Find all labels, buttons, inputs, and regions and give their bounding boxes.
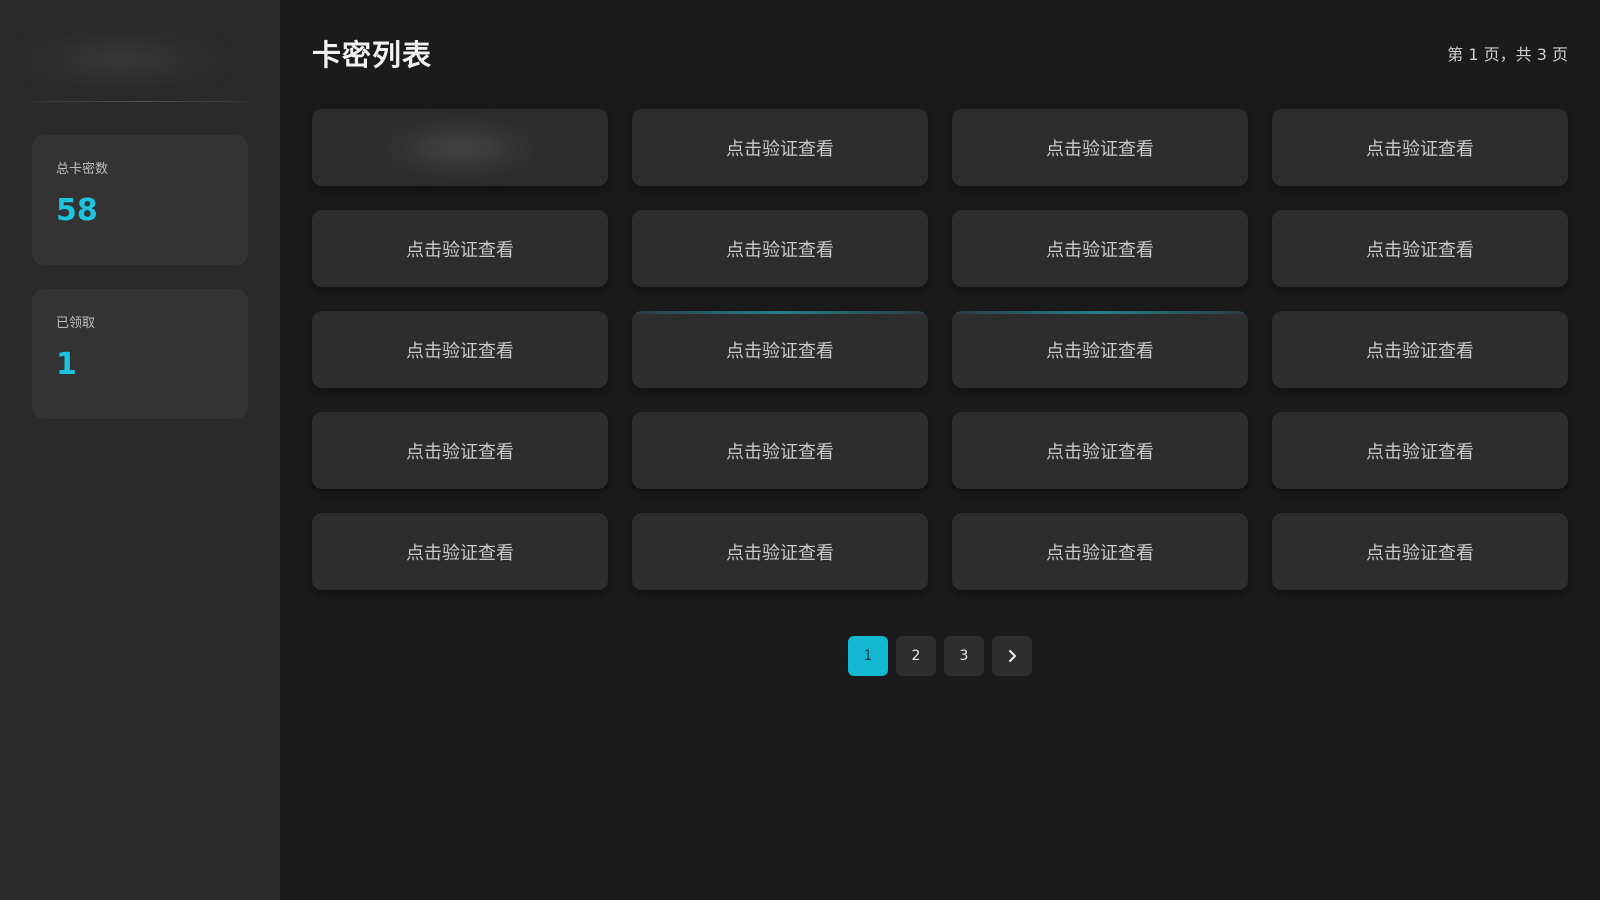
card-key-label: 点击验证查看 xyxy=(1046,340,1154,362)
card-key-item[interactable]: 点击验证查看 xyxy=(952,210,1248,287)
page-title: 卡密列表 xyxy=(312,38,433,72)
card-key-item[interactable]: 点击验证查看 xyxy=(632,109,928,186)
card-key-label: 点击验证查看 xyxy=(726,340,834,362)
stat-label-total: 总卡密数 xyxy=(56,162,109,177)
page-button-1[interactable]: 1 xyxy=(848,636,888,676)
card-key-item[interactable]: 点击验证查看 xyxy=(1272,210,1568,287)
pagination: 1 2 3 xyxy=(280,636,1600,676)
card-key-blurred-content xyxy=(385,119,535,176)
card-key-item[interactable]: 点击验证查看 xyxy=(632,513,928,590)
card-key-item-hover[interactable]: 点击验证查看 xyxy=(632,311,928,388)
card-key-item[interactable]: 点击验证查看 xyxy=(1272,412,1568,489)
page-button-3[interactable]: 3 xyxy=(944,636,984,676)
card-key-label: 点击验证查看 xyxy=(1366,340,1474,362)
card-key-label: 点击验证查看 xyxy=(406,239,514,261)
sidebar: 总卡密数 58 已领取 1 xyxy=(0,0,280,900)
card-key-label: 点击验证查看 xyxy=(1366,239,1474,261)
card-key-item[interactable]: 点击验证查看 xyxy=(632,412,928,489)
card-key-label: 点击验证查看 xyxy=(1366,138,1474,160)
card-key-revealed[interactable] xyxy=(312,109,608,186)
card-key-label: 点击验证查看 xyxy=(1046,239,1154,261)
card-key-label: 点击验证查看 xyxy=(1046,542,1154,564)
card-key-item[interactable]: 点击验证查看 xyxy=(1272,109,1568,186)
card-key-label: 点击验证查看 xyxy=(1366,441,1474,463)
main-content: 卡密列表 第 1 页，共 3 页 点击验证查看 点击验证查看 点击验证查看 点击… xyxy=(280,0,1600,900)
card-key-label: 点击验证查看 xyxy=(1366,542,1474,564)
stat-card-total: 总卡密数 58 xyxy=(32,135,248,265)
card-key-label: 点击验证查看 xyxy=(1046,441,1154,463)
card-key-label: 点击验证查看 xyxy=(726,138,834,160)
stat-value-claimed: 1 xyxy=(56,347,77,382)
page-button-2[interactable]: 2 xyxy=(896,636,936,676)
chevron-right-icon xyxy=(1005,649,1019,663)
next-page-button[interactable] xyxy=(992,636,1032,676)
card-key-item[interactable]: 点击验证查看 xyxy=(312,412,608,489)
card-key-item-hover[interactable]: 点击验证查看 xyxy=(952,311,1248,388)
page-info: 第 1 页，共 3 页 xyxy=(1447,45,1568,64)
card-key-item[interactable]: 点击验证查看 xyxy=(312,311,608,388)
app: 总卡密数 58 已领取 1 卡密列表 第 1 页，共 3 页 点击验证查看 点击… xyxy=(0,0,1600,900)
card-key-item[interactable]: 点击验证查看 xyxy=(1272,311,1568,388)
card-key-label: 点击验证查看 xyxy=(406,340,514,362)
card-key-label: 点击验证查看 xyxy=(406,441,514,463)
card-key-label: 点击验证查看 xyxy=(1046,138,1154,160)
sidebar-divider xyxy=(32,101,248,102)
card-key-label: 点击验证查看 xyxy=(726,239,834,261)
card-key-label: 点击验证查看 xyxy=(726,542,834,564)
card-key-item[interactable]: 点击验证查看 xyxy=(952,109,1248,186)
card-key-label: 点击验证查看 xyxy=(726,441,834,463)
stat-card-claimed: 已领取 1 xyxy=(32,289,248,419)
stat-label-claimed: 已领取 xyxy=(56,316,96,331)
card-grid: 点击验证查看 点击验证查看 点击验证查看 点击验证查看 点击验证查看 点击验证查… xyxy=(312,109,1568,590)
card-key-item[interactable]: 点击验证查看 xyxy=(952,412,1248,489)
card-key-item[interactable]: 点击验证查看 xyxy=(312,210,608,287)
card-key-item[interactable]: 点击验证查看 xyxy=(1272,513,1568,590)
card-key-item[interactable]: 点击验证查看 xyxy=(952,513,1248,590)
brand-logo-blurred xyxy=(22,30,222,88)
stat-value-total: 58 xyxy=(56,193,98,228)
card-key-item[interactable]: 点击验证查看 xyxy=(312,513,608,590)
card-key-label: 点击验证查看 xyxy=(406,542,514,564)
card-key-item[interactable]: 点击验证查看 xyxy=(632,210,928,287)
